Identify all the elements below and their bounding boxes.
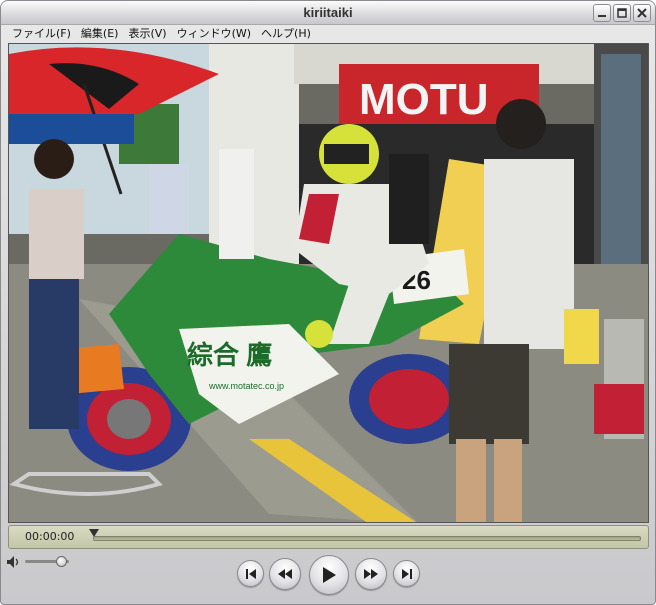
volume-knob[interactable] (56, 556, 68, 567)
playhead-icon[interactable] (89, 529, 99, 539)
window-title: kiriitaiki (303, 5, 353, 20)
skip-start-icon (245, 568, 256, 579)
maximize-button[interactable] (613, 4, 631, 22)
menu-view[interactable]: 表示(V) (123, 25, 171, 43)
fast-forward-button[interactable] (355, 558, 387, 590)
close-button[interactable] (633, 4, 651, 22)
fast-forward-icon (364, 569, 378, 579)
media-player-window: kiriitaiki ファイル(F) 編集(E) 表示(V) ウィンドウ(W) … (0, 0, 656, 605)
go-to-end-button[interactable] (393, 560, 420, 587)
minimize-icon (598, 15, 606, 17)
fairing-url: www.motatec.co.jp (208, 381, 284, 391)
transport-controls (1, 549, 655, 604)
skip-end-icon (401, 568, 412, 579)
scrub-track[interactable] (93, 536, 641, 541)
menu-edit[interactable]: 編集(E) (76, 25, 124, 43)
close-icon (637, 8, 647, 18)
speaker-icon[interactable] (6, 555, 20, 569)
rewind-button[interactable] (269, 558, 301, 590)
menu-help[interactable]: ヘルプ(H) (256, 25, 316, 43)
menu-file[interactable]: ファイル(F) (7, 25, 76, 43)
volume-slider[interactable] (25, 556, 69, 567)
motul-sign: MOTU (359, 75, 489, 124)
current-time: 00:00:00 (25, 530, 75, 543)
title-bar[interactable]: kiriitaiki (1, 1, 655, 25)
video-frame[interactable]: MOTU 綜合 鷹 www.motatec.co.jp 26 (8, 43, 649, 523)
minimize-button[interactable] (593, 4, 611, 22)
svg-text:綜合 鷹: 綜合 鷹 (187, 340, 272, 370)
maximize-icon (617, 8, 627, 18)
play-button[interactable] (309, 555, 349, 595)
play-icon (323, 567, 336, 583)
menu-bar: ファイル(F) 編集(E) 表示(V) ウィンドウ(W) ヘルプ(H) (1, 25, 655, 43)
video-scene: MOTU 綜合 鷹 www.motatec.co.jp 26 (9, 44, 648, 522)
go-to-start-button[interactable] (237, 560, 264, 587)
timeline-bar: 00:00:00 (8, 525, 649, 549)
rewind-icon (278, 569, 292, 579)
menu-window[interactable]: ウィンドウ(W) (172, 25, 256, 43)
window-controls (593, 4, 651, 22)
